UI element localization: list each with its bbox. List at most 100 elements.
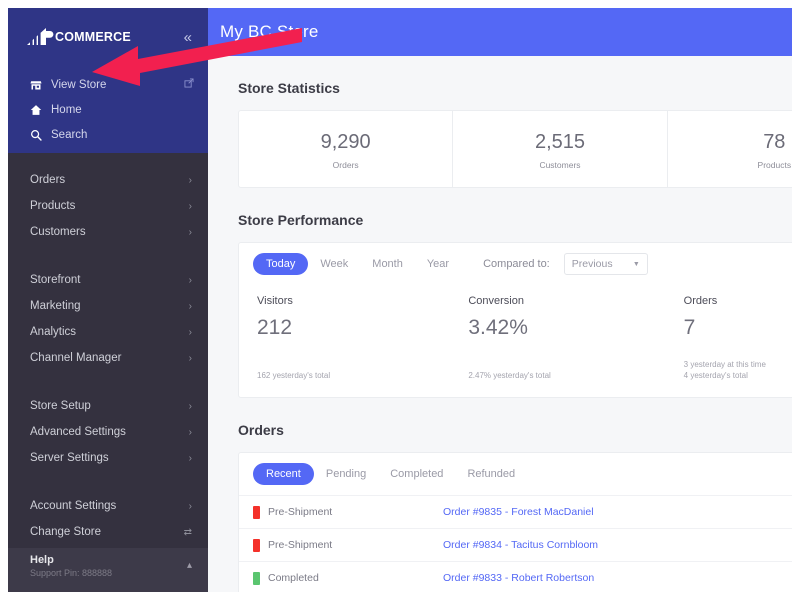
order-link[interactable]: Order #9835 - Forest MacDaniel xyxy=(443,506,594,518)
tab-today[interactable]: Today xyxy=(253,253,309,275)
sidebar-item-label: Channel Manager xyxy=(30,352,122,364)
chevron-right-icon: › xyxy=(188,300,192,312)
metric-notes: 162 yesterday's total xyxy=(257,370,330,381)
sidebar-item-label: Analytics xyxy=(30,326,77,338)
sidebar-item-view-store[interactable]: View Store xyxy=(8,72,208,97)
orders-panel: Recent Pending Completed Refunded Pre-Sh… xyxy=(238,452,792,592)
chevron-right-icon: › xyxy=(188,500,192,512)
sidebar-group-catalog: Orders › Products › Customers › xyxy=(8,163,208,249)
sidebar-item-store-setup[interactable]: Store Setup › xyxy=(8,393,208,419)
chevron-right-icon: › xyxy=(188,274,192,286)
order-link[interactable]: Order #9834 - Tacitus Cornbloom xyxy=(443,539,598,551)
sidebar-item-label: Home xyxy=(51,103,82,116)
stat-value: 9,290 xyxy=(320,130,371,153)
tab-month[interactable]: Month xyxy=(360,253,415,275)
metric-notes: 2.47% yesterday's total xyxy=(468,370,550,381)
metric-title: Orders xyxy=(683,295,718,307)
sidebar-item-change-store[interactable]: Change Store ⇄ xyxy=(8,519,208,545)
sidebar-item-label: Search xyxy=(51,128,88,141)
sidebar-item-orders[interactable]: Orders › xyxy=(8,167,208,193)
sidebar-item-advanced-settings[interactable]: Advanced Settings › xyxy=(8,419,208,445)
page-title: My BC Store xyxy=(220,22,319,41)
sidebar-divider xyxy=(8,249,208,263)
sidebar-item-marketing[interactable]: Marketing › xyxy=(8,293,208,319)
table-row[interactable]: Pre-Shipment Order #9834 - Tacitus Cornb… xyxy=(239,528,792,561)
order-status: Pre-Shipment xyxy=(268,506,333,518)
tab-pending[interactable]: Pending xyxy=(314,463,378,485)
sidebar-divider xyxy=(8,375,208,389)
metric-conversion: Conversion 3.42% 2.47% yesterday's total xyxy=(454,295,665,381)
chevron-right-icon: › xyxy=(188,352,192,364)
external-link-icon xyxy=(184,78,194,91)
compared-to-select[interactable]: Previous ▼ xyxy=(563,253,648,275)
sidebar-item-server-settings[interactable]: Server Settings › xyxy=(8,445,208,471)
stat-card-orders: 9,290 Orders xyxy=(239,111,454,187)
order-status: Completed xyxy=(268,572,319,584)
sidebar-item-home[interactable]: Home xyxy=(8,97,208,122)
stat-label: Orders xyxy=(332,159,359,170)
tab-year[interactable]: Year xyxy=(415,253,461,275)
chevron-up-icon[interactable]: ▴ xyxy=(187,554,192,571)
chevron-down-icon: ▼ xyxy=(632,260,640,268)
store-icon xyxy=(30,79,48,91)
chevron-right-icon: › xyxy=(188,452,192,464)
swap-arrows-icon: ⇄ xyxy=(183,526,192,538)
help-panel[interactable]: Help Support Pin: 888888 ▴ xyxy=(8,548,208,592)
metric-note: 4 yesterday's total xyxy=(683,371,748,380)
tab-week[interactable]: Week xyxy=(308,253,360,275)
stat-value: 78 xyxy=(763,130,786,153)
home-icon xyxy=(30,104,48,116)
compared-to-label: Compared to: xyxy=(483,258,550,270)
sidebar-item-channel-manager[interactable]: Channel Manager › xyxy=(8,345,208,371)
main-area: My BC Store Store Statistics 9,290 Order… xyxy=(208,8,792,592)
brand-logo[interactable]: COMMERCE xyxy=(26,28,131,46)
metric-title: Visitors xyxy=(257,295,293,307)
performance-tabbar: Today Week Month Year Compared to: Previ… xyxy=(239,243,792,285)
collapse-sidebar-icon[interactable]: « xyxy=(184,30,192,45)
performance-metrics: Visitors 212 162 yesterday's total Conve… xyxy=(239,285,792,397)
orders-heading: Orders xyxy=(238,422,284,438)
search-icon xyxy=(30,129,48,141)
sidebar-divider xyxy=(8,475,208,489)
metric-notes: 3 yesterday at this time 4 yesterday's t… xyxy=(684,359,766,381)
metric-value: 7 xyxy=(683,316,696,339)
sidebar-item-label: Marketing xyxy=(30,300,81,312)
store-performance-panel: Today Week Month Year Compared to: Previ… xyxy=(238,242,792,398)
store-statistics-heading: Store Statistics xyxy=(238,80,340,96)
tab-completed[interactable]: Completed xyxy=(378,463,455,485)
help-title: Help xyxy=(30,554,54,566)
support-pin: Support Pin: 888888 xyxy=(30,568,113,578)
chevron-right-icon: › xyxy=(188,174,192,186)
stat-card-customers: 2,515 Customers xyxy=(453,111,668,187)
sidebar-item-label: Customers xyxy=(30,226,86,238)
tab-refunded[interactable]: Refunded xyxy=(455,463,527,485)
sidebar-item-search[interactable]: Search xyxy=(8,122,208,147)
chevron-right-icon: › xyxy=(188,326,192,338)
sidebar-item-storefront[interactable]: Storefront › xyxy=(8,267,208,293)
compared-to-value: Previous xyxy=(571,258,613,270)
chevron-right-icon: › xyxy=(188,426,192,438)
status-badge xyxy=(253,505,260,519)
tab-recent[interactable]: Recent xyxy=(253,463,314,485)
table-row[interactable]: Completed Order #9833 - Robert Robertson xyxy=(239,561,792,592)
store-statistics-cards: 9,290 Orders 2,515 Customers 78 Products xyxy=(238,110,792,188)
sidebar-item-analytics[interactable]: Analytics › xyxy=(8,319,208,345)
stat-value: 2,515 xyxy=(534,130,586,153)
content: Store Statistics 9,290 Orders 2,515 Cust… xyxy=(208,80,792,592)
status-badge xyxy=(253,571,260,585)
sidebar-item-customers[interactable]: Customers › xyxy=(8,219,208,245)
brand-row: COMMERCE « xyxy=(8,22,208,52)
status-badge xyxy=(253,538,260,552)
app-root: COMMERCE « View Store Home Search Orders… xyxy=(0,0,800,600)
sidebar-item-account-settings[interactable]: Account Settings › xyxy=(8,493,208,519)
stat-label: Products xyxy=(757,159,792,170)
chevron-right-icon: › xyxy=(188,200,192,212)
order-link[interactable]: Order #9833 - Robert Robertson xyxy=(443,572,594,584)
sidebar-item-label: View Store xyxy=(51,78,107,91)
table-row[interactable]: Pre-Shipment Order #9835 - Forest MacDan… xyxy=(239,495,792,528)
sidebar-item-label: Storefront xyxy=(30,274,81,286)
sidebar-item-products[interactable]: Products › xyxy=(8,193,208,219)
sidebar-item-label: Products xyxy=(30,200,76,212)
sidebar-group-setup: Store Setup › Advanced Settings › Server… xyxy=(8,389,208,475)
orders-tabbar: Recent Pending Completed Refunded xyxy=(239,453,792,495)
